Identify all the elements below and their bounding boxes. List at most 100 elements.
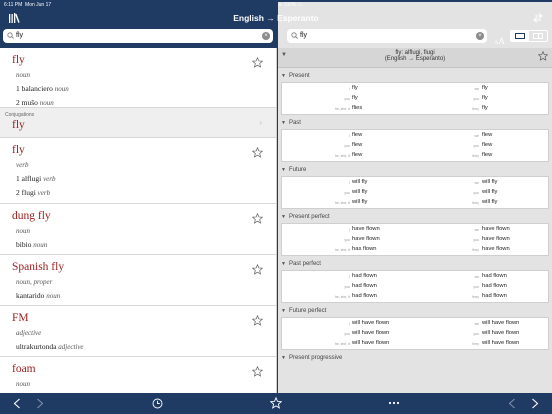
conjugation-row: Iwill have flown we will have flown bbox=[282, 320, 548, 330]
pronoun: you bbox=[473, 97, 479, 101]
pronoun: you bbox=[344, 238, 350, 242]
search-icon bbox=[7, 32, 14, 39]
star-icon[interactable] bbox=[252, 57, 263, 68]
star-icon[interactable] bbox=[252, 213, 263, 224]
swap-icon[interactable] bbox=[533, 13, 543, 23]
star-icon[interactable] bbox=[252, 147, 263, 158]
list-item[interactable]: dung fly noun bibio noun bbox=[0, 204, 276, 255]
pronoun: they bbox=[472, 295, 479, 299]
verb-form: has flown bbox=[352, 246, 377, 252]
star-icon[interactable] bbox=[252, 366, 263, 377]
collapse-triangle-icon[interactable]: ▼ bbox=[281, 355, 286, 361]
collapse-triangle-icon[interactable]: ▼ bbox=[281, 52, 287, 58]
conjugations-item[interactable]: Conjugations fly › bbox=[0, 108, 276, 138]
headword: fly bbox=[12, 119, 25, 131]
headword: fly bbox=[12, 144, 25, 156]
star-icon[interactable] bbox=[270, 397, 282, 409]
star-icon[interactable] bbox=[252, 264, 263, 275]
list-item[interactable]: fly verb 1 alflugi verb 2 flugi verb bbox=[0, 138, 276, 204]
conjugation-row: Ihad flown we had flown bbox=[282, 273, 548, 283]
conjugation-row: Ifly we fly bbox=[282, 85, 548, 95]
verb-form: will have flown bbox=[352, 320, 390, 326]
section-title[interactable]: ▼ Present bbox=[278, 71, 552, 81]
collapse-triangle-icon[interactable]: ▼ bbox=[281, 120, 286, 126]
single-pane-icon[interactable] bbox=[511, 31, 529, 41]
chevron-right-icon[interactable] bbox=[531, 398, 539, 409]
collapse-triangle-icon[interactable]: ▼ bbox=[281, 73, 286, 79]
detail-header: ▼ fly: alflugi, flugi (English → Esperan… bbox=[278, 48, 552, 68]
section-title[interactable]: ▼ Future bbox=[278, 165, 552, 175]
collapse-triangle-icon[interactable]: ▼ bbox=[281, 167, 286, 173]
section-title[interactable]: ▼ Past perfect bbox=[278, 259, 552, 269]
chevron-right-icon: › bbox=[259, 118, 262, 127]
search-input-left[interactable]: fly bbox=[16, 32, 23, 39]
conjugation-row: he, she, it has flown they have flown bbox=[282, 246, 548, 256]
chevron-left-icon[interactable] bbox=[508, 398, 516, 409]
verb-form: will have flown bbox=[482, 330, 520, 336]
search-bar-left[interactable]: fly × bbox=[3, 29, 273, 43]
verb-form: had flown bbox=[352, 293, 377, 299]
conjugation-table: Iwill fly we will fly you will fly you will fl… bbox=[281, 176, 549, 209]
conjugation-row: you will have flown you will have flown bbox=[282, 330, 548, 340]
list-item[interactable]: Spanish fly noun, proper kantarido noun bbox=[0, 255, 276, 306]
verb-form: fly bbox=[352, 85, 358, 91]
collapse-triangle-icon[interactable]: ▼ bbox=[281, 214, 286, 220]
pronoun: they bbox=[472, 342, 479, 346]
section-title[interactable]: ▼ Past bbox=[278, 118, 552, 128]
section-title[interactable]: ▼ Future perfect bbox=[278, 306, 552, 316]
history-icon[interactable] bbox=[152, 398, 163, 409]
verb-form: had flown bbox=[482, 283, 507, 289]
translation: 1 balanciero noun bbox=[16, 84, 69, 93]
pronoun: he, she, it bbox=[334, 201, 350, 205]
conjugation-row: he, she, it will have flown they will have … bbox=[282, 340, 548, 350]
status-time: 6:11 PM bbox=[4, 2, 23, 8]
pronoun: they bbox=[472, 248, 479, 252]
list-item[interactable]: foam noun bbox=[0, 357, 276, 393]
collapse-triangle-icon[interactable]: ▼ bbox=[281, 261, 286, 267]
battery-icon: ▭ bbox=[297, 2, 303, 8]
headword: fly bbox=[12, 54, 25, 66]
pronoun: you bbox=[473, 238, 479, 242]
view-mode-toggle[interactable] bbox=[510, 30, 548, 42]
list-item[interactable]: FM adjective ultrakurtonda adjective bbox=[0, 306, 276, 357]
list-item[interactable]: fly noun 1 balanciero noun 2 muŝo noun bbox=[0, 48, 276, 108]
verb-form: have flown bbox=[482, 236, 510, 242]
star-icon[interactable] bbox=[538, 51, 548, 61]
section-title[interactable]: ▼ Present perfect bbox=[278, 212, 552, 222]
pronoun: he, she, it bbox=[334, 295, 350, 299]
chevron-left-icon[interactable] bbox=[13, 398, 21, 409]
search-bar-right[interactable]: fly × bbox=[287, 29, 487, 43]
section-title[interactable]: ▼ Present progressive bbox=[278, 353, 552, 363]
star-icon[interactable] bbox=[252, 315, 263, 326]
conjugation-row: Iwill fly we will fly bbox=[282, 179, 548, 189]
conjugation-row: you will fly you will fly bbox=[282, 189, 548, 199]
search-input-right[interactable]: fly bbox=[300, 32, 307, 39]
conjugation-row: you had flown you had flown bbox=[282, 283, 548, 293]
pronoun: they bbox=[472, 201, 479, 205]
clear-icon[interactable]: × bbox=[262, 32, 270, 40]
chevron-right-icon[interactable] bbox=[36, 398, 44, 409]
status-date: Mon Jun 17 bbox=[25, 2, 52, 8]
split-pane-icon[interactable] bbox=[529, 31, 547, 41]
pronoun: you bbox=[344, 332, 350, 336]
verb-form: fly bbox=[482, 95, 488, 101]
conjugation-table: Ihave flown we have flown you have flown you h… bbox=[281, 223, 549, 256]
verb-form: had flown bbox=[482, 293, 507, 299]
part-of-speech: verb bbox=[16, 161, 29, 169]
translation: 2 flugi verb bbox=[16, 188, 51, 197]
top-bar: 6:11 PM Mon Jun 17 ≋ 100% ▭ English → Es… bbox=[0, 0, 552, 347]
clear-icon[interactable]: × bbox=[476, 32, 484, 40]
pronoun: we bbox=[474, 228, 479, 232]
conjugation-row: Ihave flown we have flown bbox=[282, 226, 548, 236]
font-size-button[interactable]: AA bbox=[494, 31, 505, 49]
conjugation-table: Ihad flown we had flown you had flown you had … bbox=[281, 270, 549, 303]
part-of-speech: noun bbox=[16, 227, 30, 235]
verb-form: flew bbox=[352, 142, 363, 148]
conjugation-row: you flew you flew bbox=[282, 142, 548, 152]
more-icon[interactable] bbox=[388, 401, 400, 405]
conjugation-table: Ifly we fly you fly you fly he, she, it flies the… bbox=[281, 82, 549, 115]
verb-form: have flown bbox=[482, 246, 510, 252]
detail-panel: ▼ fly: alflugi, flugi (English → Esperan… bbox=[278, 48, 552, 393]
verb-form: flies bbox=[352, 105, 363, 111]
collapse-triangle-icon[interactable]: ▼ bbox=[281, 308, 286, 314]
